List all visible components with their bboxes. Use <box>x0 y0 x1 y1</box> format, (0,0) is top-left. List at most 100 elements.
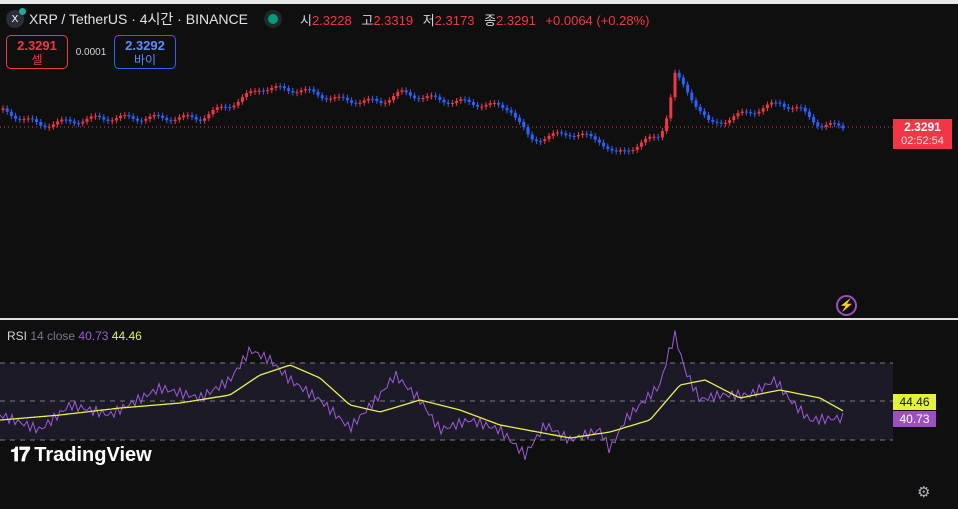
lightning-icon[interactable]: ⚡ <box>836 295 857 316</box>
candle <box>799 107 803 109</box>
pane-separator[interactable] <box>0 318 958 320</box>
candle <box>98 115 102 118</box>
candle <box>5 108 9 112</box>
ohlc-values: 시2.3228 고2.3319 저2.3173 종2.3291 +0.0064 … <box>294 10 650 29</box>
candle <box>467 99 471 102</box>
candle <box>102 117 106 120</box>
candle <box>644 138 648 143</box>
candle <box>707 115 711 120</box>
candle <box>341 96 345 98</box>
candle <box>257 90 261 92</box>
candle <box>261 90 265 92</box>
candle <box>543 139 547 142</box>
candle <box>203 118 207 121</box>
candle <box>833 123 837 125</box>
candle <box>581 133 585 136</box>
candle <box>127 115 131 117</box>
candle <box>761 108 765 112</box>
close-label: 종 <box>484 12 497 28</box>
candle <box>219 106 223 108</box>
candle <box>673 72 677 98</box>
candle <box>228 107 232 109</box>
candle <box>413 95 417 99</box>
candle <box>350 100 354 103</box>
candle <box>421 97 425 100</box>
candle <box>719 122 723 124</box>
candle <box>312 89 316 92</box>
candle <box>522 121 526 128</box>
candle <box>660 131 664 138</box>
candle <box>450 102 454 104</box>
buy-button[interactable]: 2.3292 바이 <box>114 35 176 69</box>
candle <box>635 146 639 150</box>
candle <box>593 136 597 140</box>
candle <box>648 136 652 139</box>
candle <box>93 115 97 117</box>
candle <box>606 146 610 149</box>
candle <box>728 120 732 123</box>
sell-label: 셀 <box>31 53 43 67</box>
candle <box>198 119 202 121</box>
candle <box>316 91 320 96</box>
candle <box>396 91 400 96</box>
candle <box>282 86 286 89</box>
candle <box>9 111 13 116</box>
candle <box>623 150 627 152</box>
candle <box>68 119 72 122</box>
candle <box>354 102 358 104</box>
candle <box>694 100 698 107</box>
candle <box>774 102 778 104</box>
candle <box>366 98 370 101</box>
chart-canvas[interactable] <box>0 0 958 509</box>
candle <box>345 97 349 101</box>
candle <box>723 122 727 124</box>
candle <box>245 93 249 98</box>
candle <box>110 120 114 122</box>
logo-text: X <box>11 13 19 25</box>
rsi-legend[interactable]: RSI 14 close 40.73 44.46 <box>7 329 142 343</box>
candle <box>501 104 505 108</box>
candle <box>287 88 291 91</box>
candle <box>602 142 606 147</box>
market-status-icon[interactable] <box>267 14 278 24</box>
spread-value: 0.0001 <box>75 46 107 58</box>
tv-logo-icon: 𝟏𝟕 <box>10 444 30 466</box>
candle <box>119 115 123 119</box>
candle <box>732 116 736 121</box>
candle <box>148 116 152 119</box>
candle <box>770 102 774 105</box>
candle <box>30 118 34 120</box>
candle <box>744 111 748 113</box>
brand-name: TradingView <box>34 444 152 466</box>
low-label: 저 <box>422 12 435 28</box>
candle <box>1 108 5 110</box>
candle <box>387 100 391 103</box>
xrp-logo-icon: X <box>6 8 26 28</box>
candle <box>547 135 551 140</box>
candle <box>77 123 81 125</box>
candle <box>324 98 328 100</box>
candle <box>791 108 795 110</box>
low-value: 2.3173 <box>434 12 475 28</box>
candle <box>358 102 362 104</box>
candle <box>81 121 85 124</box>
candle <box>408 92 412 96</box>
candle <box>274 86 278 88</box>
candle <box>51 124 55 127</box>
candle <box>446 102 450 104</box>
tradingview-logo[interactable]: 𝟏𝟕 TradingView <box>10 444 152 467</box>
sell-price: 2.3291 <box>17 38 57 53</box>
candle <box>429 95 433 97</box>
symbol-title[interactable]: XRP / TetherUS · 4시간 · BINANCE <box>29 9 248 29</box>
candle <box>455 100 459 103</box>
candle <box>186 115 190 117</box>
sell-button[interactable]: 2.3291 셀 <box>6 35 68 69</box>
rsi-value: 40.73 <box>78 329 109 343</box>
candle <box>131 116 135 119</box>
candle <box>249 91 253 94</box>
settings-icon[interactable]: ⚙ <box>917 483 930 501</box>
candle <box>492 102 496 104</box>
candle <box>392 95 396 101</box>
candle <box>518 117 522 122</box>
candle <box>778 102 782 104</box>
